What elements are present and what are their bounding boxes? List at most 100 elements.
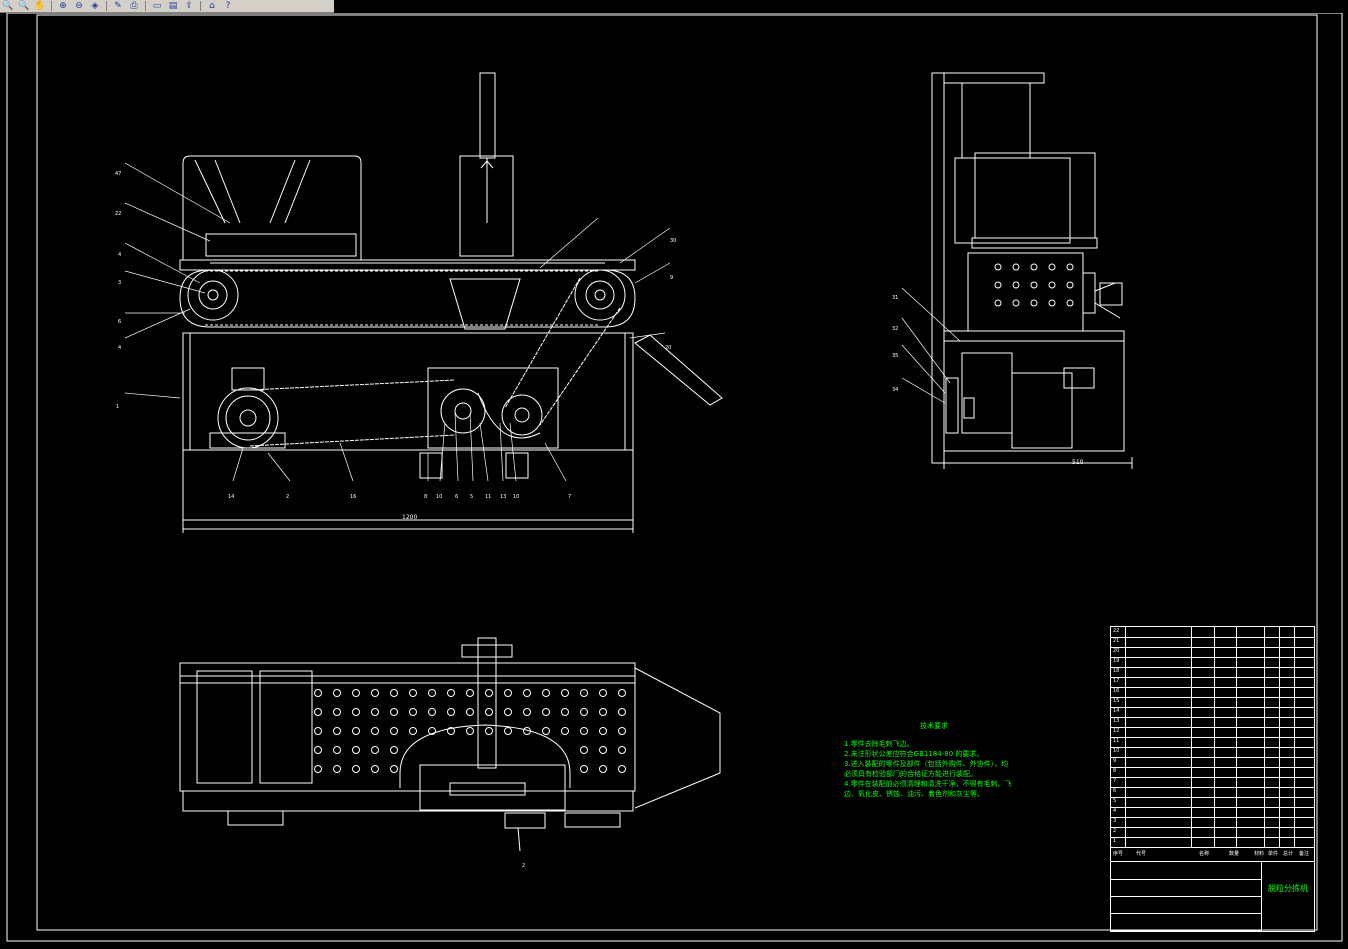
sieve-hole (333, 727, 341, 735)
parts-list-index: 20 (1113, 648, 1120, 654)
cell-divider (1214, 717, 1215, 727)
cell-divider (1264, 737, 1265, 747)
export-icon[interactable]: ⇪ (181, 1, 197, 12)
front-part-label: 47 (115, 171, 122, 177)
cell-divider (1236, 747, 1237, 757)
sieve-hole (466, 727, 474, 735)
sieve-hole (314, 746, 322, 754)
leader-line (901, 287, 961, 342)
cell-divider (1264, 757, 1265, 767)
sieve-hole (409, 727, 417, 735)
parts-list-header-cell: 代号 (1136, 851, 1147, 857)
sieve-hole (504, 727, 512, 735)
leader-line (619, 227, 671, 264)
cell-divider (1214, 807, 1215, 817)
cell-divider (1264, 837, 1265, 847)
cell-divider (1279, 757, 1280, 767)
leader-line (634, 262, 671, 284)
front-part-label: 14 (228, 494, 235, 500)
cell-divider (1191, 697, 1192, 707)
front-part-label: 10 (513, 494, 520, 500)
cell-divider (1294, 747, 1295, 757)
side-part-label: 31 (892, 295, 899, 301)
print-icon[interactable]: ⎙ (126, 1, 142, 12)
cad-drawing-canvas[interactable]: 47 22 4 3 6 4 1 14 2 16 8 10 6 5 11 13 10 7 30 9 20 31 32 35 34… (0, 12, 1348, 945)
cell-divider (1264, 697, 1265, 707)
sieve-hole (542, 727, 550, 735)
zoom-window-icon[interactable]: 🔍 (0, 1, 16, 12)
cell-divider (1294, 627, 1295, 637)
side-view (931, 72, 1133, 469)
ctrl-icon[interactable]: ▤ (165, 1, 181, 12)
front-part-label: 6 (455, 494, 459, 500)
drawing-title: 脱粒分拣机 (1268, 884, 1308, 893)
top-part-label: 2 (522, 863, 526, 869)
zoom-minus-icon[interactable]: ⊖ (71, 1, 87, 12)
cell-divider (1236, 707, 1237, 717)
parts-list-index: 6 (1113, 788, 1117, 794)
cell-divider (1236, 687, 1237, 697)
cell-divider (1294, 697, 1295, 707)
sieve-hole (1030, 263, 1038, 271)
home-icon[interactable]: ⌂ (204, 1, 220, 12)
cell-divider (1236, 667, 1237, 677)
save-icon[interactable]: ▭ (149, 1, 165, 12)
cell-divider (1214, 767, 1215, 777)
cell-divider (1279, 627, 1280, 637)
cell-divider (1264, 647, 1265, 657)
leader-line (124, 392, 181, 399)
zoom-in-icon[interactable]: 🔍 (16, 1, 32, 12)
sieve-hole (371, 746, 379, 754)
front-part-label: 3 (118, 280, 122, 286)
cell-divider (1125, 727, 1126, 737)
cell-divider (1191, 687, 1192, 697)
cell-divider (1294, 807, 1295, 817)
cell-divider (1191, 797, 1192, 807)
leader-line (901, 344, 946, 394)
cell-divider (1294, 727, 1295, 737)
parts-list-header-cell: 材料 (1254, 851, 1265, 857)
cell-divider (1294, 717, 1295, 727)
cell-divider (1294, 707, 1295, 717)
cell-divider (1264, 677, 1265, 687)
parts-list-header: 序号 代号 名称 数量 材料 单件 总计 备注 (1111, 847, 1314, 862)
cell-divider (1125, 837, 1126, 847)
sieve-hole (333, 765, 341, 773)
cell-divider (1279, 827, 1280, 837)
cell-divider (1279, 687, 1280, 697)
cell-divider (1214, 687, 1215, 697)
pan-icon[interactable]: ✋ (32, 1, 48, 12)
layers-icon[interactable]: ◈ (87, 1, 103, 12)
parts-list-header-cell: 数量 (1229, 851, 1240, 857)
cell-divider (1294, 787, 1295, 797)
cell-divider (1125, 707, 1126, 717)
sieve-hole (390, 727, 398, 735)
cell-divider (1236, 787, 1237, 797)
cell-divider (1264, 747, 1265, 757)
front-part-label: 4 (118, 345, 122, 351)
parts-list-index: 15 (1113, 698, 1120, 704)
sieve-hole (542, 708, 550, 716)
front-part-label: 1 (116, 404, 120, 410)
tech-note-line: 必须具有检验部门的合格证方能进行装配。 (844, 770, 977, 778)
help-icon[interactable]: ? (220, 1, 236, 12)
cell-divider (1214, 777, 1215, 787)
parts-list-index: 1 (1113, 838, 1117, 844)
cell-divider (1279, 797, 1280, 807)
cell-divider (1236, 817, 1237, 827)
sieve-hole (1030, 299, 1038, 307)
zoom-plus-icon[interactable]: ⊕ (55, 1, 71, 12)
sieve-hole (599, 708, 607, 716)
cell-divider (1214, 627, 1215, 637)
cell-divider (1125, 627, 1126, 637)
title-block: 22 21 20 19 18 17 16 15 14 13 12 11 10 9 8 7 6 5 4 3 2 1 序号 代号名… (1110, 626, 1315, 932)
sieve-hole (523, 708, 531, 716)
cell-divider (1214, 667, 1215, 677)
sieve-hole (352, 765, 360, 773)
cell-divider (1214, 707, 1215, 717)
cell-divider (1279, 767, 1280, 777)
measure-icon[interactable]: ✎ (110, 1, 126, 12)
cell-divider (1125, 807, 1126, 817)
viewer-toolbar: 🔍 🔍 ✋ ⊕ ⊖ ◈ ✎ ⎙ ▭ ▤ ⇪ ⌂? (0, 0, 334, 13)
cell-divider (1191, 657, 1192, 667)
